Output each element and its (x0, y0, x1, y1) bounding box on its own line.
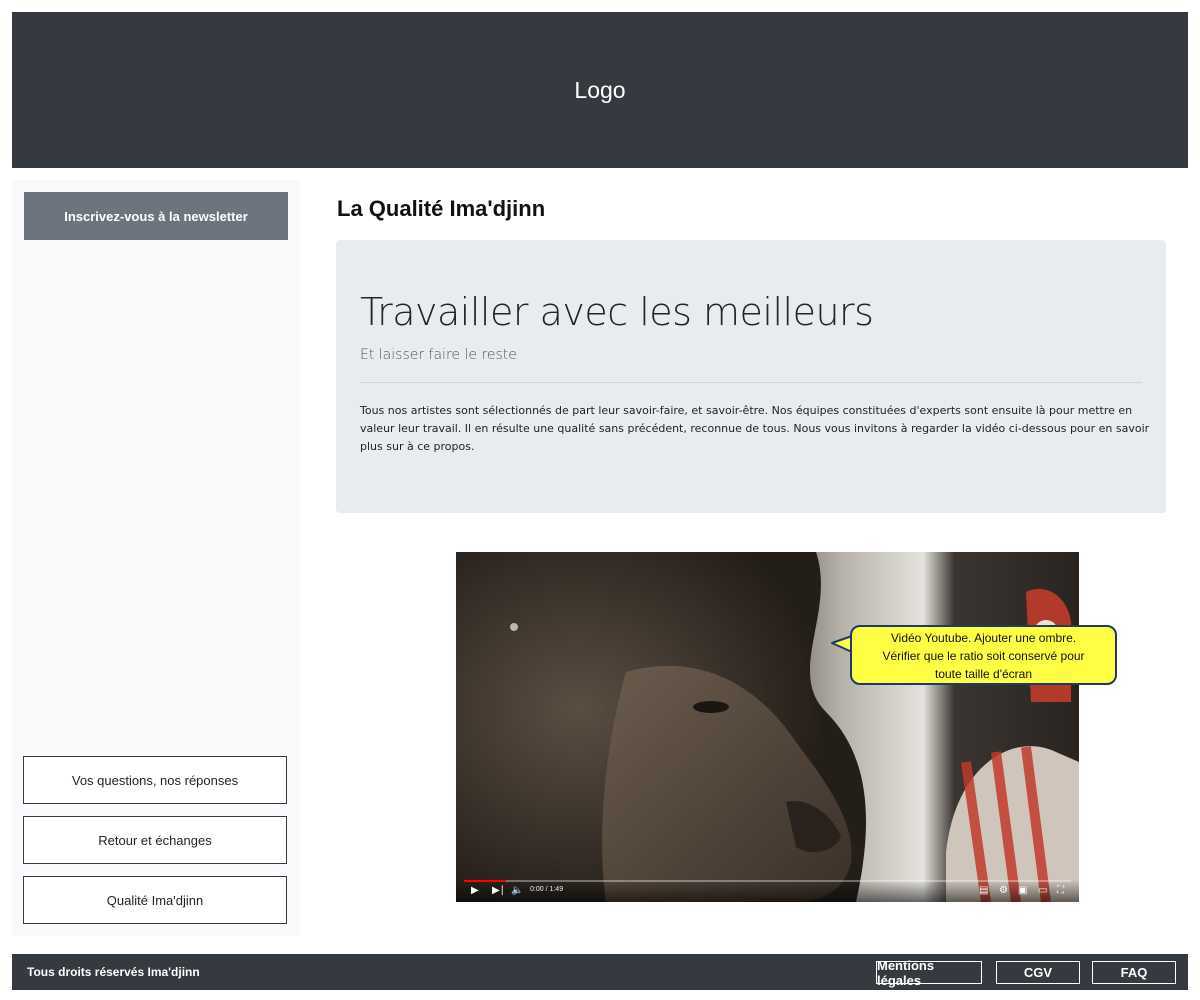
sidebar-item-faq[interactable]: Vos questions, nos réponses (23, 756, 287, 804)
video-progress-track[interactable] (464, 880, 1071, 882)
youtube-video-player[interactable]: ▶ ▶∣ 🔈 0:00 / 1:49 ▤ ⚙ ▣ ▭ ⛶ (456, 552, 1079, 902)
callout-line: Vérifier que le ratio soit conservé pour (882, 649, 1085, 663)
video-frame-image (456, 552, 1079, 902)
jumbotron: Travailler avec les meilleurs Et laisser… (336, 240, 1166, 513)
video-time: 0:00 / 1:49 (530, 886, 564, 893)
footer-link-legal[interactable]: Mentions légales (876, 958, 982, 988)
play-icon[interactable]: ▶ (471, 886, 479, 896)
theater-icon[interactable]: ▭ (1038, 886, 1047, 896)
video-controls: ▶ ▶∣ 🔈 0:00 / 1:49 ▤ ⚙ ▣ ▭ ⛶ (456, 880, 1079, 902)
footer-link-cgv[interactable]: CGV (996, 961, 1080, 984)
fullscreen-icon[interactable]: ⛶ (1057, 886, 1064, 896)
footer-link-faq[interactable]: FAQ (1092, 961, 1176, 984)
sidebar-item-quality[interactable]: Qualité Ima'djinn (23, 876, 287, 924)
footer: Tous droits réservés Ima'djinn Mentions … (12, 954, 1188, 990)
video-progress-fill (464, 880, 507, 882)
logo[interactable]: Logo (574, 77, 625, 104)
sidebar: Inscrivez-vous à la newsletter Vos quest… (12, 180, 300, 936)
newsletter-button[interactable]: Inscrivez-vous à la newsletter (24, 192, 288, 240)
jumbotron-subheading: Et laisser faire le reste (360, 347, 517, 363)
next-icon[interactable]: ▶∣ (492, 886, 505, 896)
subtitles-icon[interactable]: ▤ (979, 886, 988, 896)
volume-icon[interactable]: 🔈 (511, 886, 523, 896)
miniplayer-icon[interactable]: ▣ (1018, 886, 1027, 896)
copyright-text: Tous droits réservés Ima'djinn (27, 965, 200, 979)
callout-line: toute taille d'écran (934, 667, 1033, 681)
divider (360, 382, 1142, 383)
settings-icon[interactable]: ⚙ (999, 886, 1008, 896)
jumbotron-text: Tous nos artistes sont sélectionnés de p… (360, 404, 1150, 453)
sidebar-item-returns[interactable]: Retour et échanges (23, 816, 287, 864)
callout-line: Vidéo Youtube. Ajouter une ombre. (890, 631, 1077, 645)
page-title: La Qualité Ima'djinn (337, 196, 546, 221)
header-banner: Logo (12, 12, 1188, 168)
annotation-callout: Vidéo Youtube. Ajouter une ombre. Vérifi… (850, 625, 1117, 685)
jumbotron-heading: Travailler avec les meilleurs (360, 290, 874, 334)
